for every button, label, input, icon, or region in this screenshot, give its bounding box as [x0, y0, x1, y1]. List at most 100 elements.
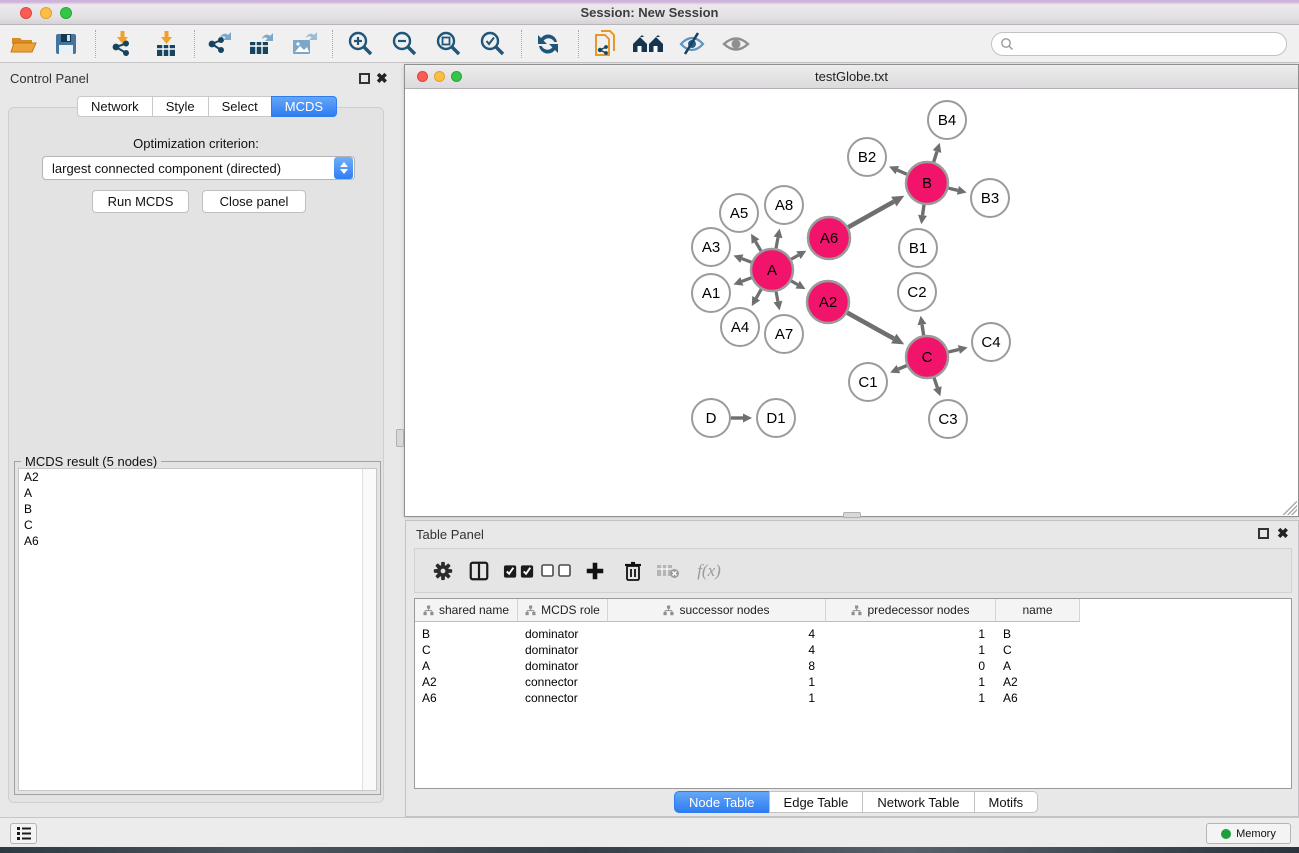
show-hide-eye-icon[interactable]	[718, 29, 754, 59]
column-header-mcds-role[interactable]: MCDS role	[518, 599, 608, 622]
unselect-all-checks-icon[interactable]	[541, 556, 573, 586]
control-panel-close-icon[interactable]: ✖	[376, 73, 388, 84]
export-network-icon[interactable]	[201, 29, 237, 59]
table-panel-close-icon[interactable]: ✖	[1277, 528, 1289, 539]
tab-mcds[interactable]: MCDS	[271, 96, 337, 117]
mcds-result-item: A2	[19, 469, 376, 485]
network-view-window: testGlobe.txt B4B2BB3A5A8A6A3B1AA1C2A2A4…	[404, 64, 1299, 517]
control-panel-float-icon[interactable]	[359, 73, 370, 84]
import-table-icon[interactable]	[148, 29, 184, 59]
tab-style[interactable]: Style	[152, 96, 208, 117]
first-neighbors-icon[interactable]	[630, 29, 666, 59]
graph-node-label: D1	[766, 410, 785, 427]
open-file-icon[interactable]	[6, 29, 42, 59]
edge-C-C1[interactable]	[898, 366, 906, 370]
cell-shared-name: A6	[415, 691, 518, 705]
edge-A-A8[interactable]	[776, 237, 778, 248]
column-layout-icon[interactable]	[463, 556, 495, 586]
cell-name: A2	[996, 675, 1080, 689]
optimization-criterion-label: Optimization criterion:	[8, 136, 384, 151]
edge-A-A4[interactable]	[756, 289, 761, 298]
edge-A-A5[interactable]	[756, 242, 761, 251]
tab-select[interactable]: Select	[208, 96, 271, 117]
resize-grip-icon[interactable]	[1283, 501, 1297, 515]
edge-A-A3[interactable]	[742, 259, 752, 263]
close-panel-button[interactable]: Close panel	[202, 190, 306, 213]
table-row[interactable]: A dominator 8 0 A	[415, 658, 1291, 674]
mcds-result-item: A	[19, 485, 376, 501]
add-column-icon[interactable]	[579, 556, 611, 586]
edge-B-B1[interactable]	[923, 205, 924, 216]
network-from-selection-icon[interactable]	[588, 29, 624, 59]
table-panel-float-icon[interactable]	[1258, 528, 1269, 539]
apply-layout-icon[interactable]	[530, 29, 566, 59]
table-row[interactable]: C dominator 4 1 C	[415, 642, 1291, 658]
network-graph: B4B2BB3A5A8A6A3B1AA1C2A2A4A7CC4C1C3DD1	[405, 89, 1298, 516]
edge-B-B4[interactable]	[934, 151, 937, 162]
node-table-header: shared name MCDS role successor nodes pr…	[415, 599, 1291, 622]
tab-network[interactable]: Network	[77, 96, 152, 117]
edge-A6-B[interactable]	[848, 202, 894, 228]
cell-name: A6	[996, 691, 1080, 705]
tab-node-table[interactable]: Node Table	[674, 791, 769, 813]
function-builder-icon[interactable]: f(x)	[687, 556, 731, 586]
edge-A2-C[interactable]	[847, 313, 894, 339]
task-history-button[interactable]	[10, 823, 37, 844]
column-header-shared-name[interactable]: shared name	[415, 599, 518, 622]
search-input[interactable]	[1014, 37, 1286, 51]
edge-A-A2[interactable]	[791, 281, 798, 285]
control-panel-tabs: Network Style Select MCDS	[77, 96, 337, 117]
zoom-selected-icon[interactable]	[475, 29, 511, 59]
cell-successor-nodes: 4	[608, 627, 826, 641]
column-header-name[interactable]: name	[996, 599, 1080, 622]
zoom-in-icon[interactable]	[343, 29, 379, 59]
column-header-predecessor-nodes[interactable]: predecessor nodes	[826, 599, 996, 622]
graph-node-label: A1	[702, 285, 720, 302]
cell-name: A	[996, 659, 1080, 673]
select-all-checks-icon[interactable]	[503, 556, 535, 586]
edge-B-B3[interactable]	[948, 188, 957, 190]
delete-column-trash-icon[interactable]	[617, 556, 649, 586]
edge-C-C2[interactable]	[922, 325, 924, 336]
edge-A-A6[interactable]	[791, 255, 798, 259]
memory-button[interactable]: Memory	[1206, 823, 1291, 844]
column-label: name	[1022, 603, 1052, 617]
export-table-icon[interactable]	[243, 29, 279, 59]
graph-node-label: A5	[730, 205, 748, 222]
export-image-icon[interactable]	[286, 29, 322, 59]
import-network-icon[interactable]	[104, 29, 140, 59]
panel-divider-handle-horizontal[interactable]	[843, 512, 861, 518]
cell-predecessor-nodes: 1	[826, 691, 996, 705]
tab-edge-table[interactable]: Edge Table	[769, 791, 863, 813]
zoom-fit-icon[interactable]	[431, 29, 467, 59]
optimization-criterion-select[interactable]: largest connected component (directed)	[42, 156, 355, 180]
network-canvas[interactable]: B4B2BB3A5A8A6A3B1AA1C2A2A4A7CC4C1C3DD1	[405, 89, 1298, 516]
table-row[interactable]: A2 connector 1 1 A2	[415, 674, 1291, 690]
tab-network-table[interactable]: Network Table	[862, 791, 973, 813]
cell-successor-nodes: 1	[608, 675, 826, 689]
column-header-successor-nodes[interactable]: successor nodes	[608, 599, 826, 622]
optimization-criterion-value: largest connected component (directed)	[43, 161, 334, 176]
mcds-result-list[interactable]: A2 A B C A6	[18, 468, 377, 791]
panel-divider-handle-vertical[interactable]	[396, 429, 404, 447]
edge-B-B2[interactable]	[897, 170, 907, 174]
search-field[interactable]	[991, 32, 1287, 56]
zoom-out-icon[interactable]	[387, 29, 423, 59]
table-row[interactable]: B dominator 4 1 B	[415, 626, 1291, 642]
mcds-result-scrollbar[interactable]	[362, 469, 376, 790]
cell-mcds-role: connector	[518, 691, 608, 705]
edge-A-A1[interactable]	[742, 278, 752, 282]
edge-A-A7[interactable]	[776, 292, 778, 302]
edge-C-C3[interactable]	[934, 378, 937, 388]
graphics-details-toggle-icon[interactable]	[674, 29, 710, 59]
settings-gear-icon[interactable]	[427, 556, 459, 586]
delete-table-icon[interactable]	[652, 556, 684, 586]
column-type-icon	[525, 605, 536, 616]
table-row[interactable]: A6 connector 1 1 A6	[415, 690, 1291, 706]
network-window-titlebar: testGlobe.txt	[405, 65, 1298, 89]
cell-predecessor-nodes: 0	[826, 659, 996, 673]
run-mcds-button[interactable]: Run MCDS	[92, 190, 189, 213]
save-session-icon[interactable]	[48, 29, 84, 59]
tab-motifs[interactable]: Motifs	[974, 791, 1039, 813]
edge-C-C4[interactable]	[948, 350, 958, 352]
